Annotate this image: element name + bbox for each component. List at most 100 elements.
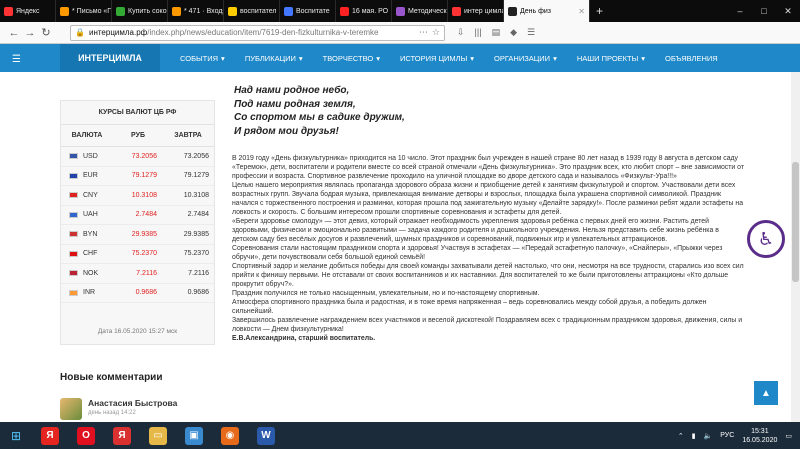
article-paragraph: Спортивный задор и желание добиться побе… (232, 263, 744, 288)
download-icon[interactable]: ⇩ (457, 27, 465, 38)
extension-icon[interactable]: ◆ (510, 27, 517, 38)
tab-favicon-icon (4, 6, 13, 16)
browser-tab[interactable]: * Письмо «Го (56, 0, 112, 22)
menu-item[interactable]: ТВОРЧЕСТВО ▾ (313, 44, 390, 72)
taskbar-app[interactable]: ▭ (140, 422, 176, 449)
library-icon[interactable]: ||| (475, 27, 482, 38)
hamburger-icon[interactable]: ☰ (12, 54, 21, 65)
opera-icon: O (77, 426, 95, 445)
header-rub: РУБ (131, 132, 145, 139)
left-sidebar: КУРСЫ ВАЛЮТ ЦБ РФ ВАЛЮТА РУБ ЗАВТРА USD 7… (60, 72, 220, 422)
browser-tab[interactable]: Купить соко (112, 0, 168, 22)
rates-row: BYN 29.9385 29.9385 (61, 225, 214, 245)
poem-line: Над нами родное небо, (234, 85, 350, 96)
rate-currency: EUR (61, 172, 113, 179)
rate-tomorrow: 79.1279 (183, 172, 209, 180)
article-paragraph: Завершилось развлечение награждением все… (232, 317, 743, 333)
chevron-down-icon: ▾ (298, 53, 303, 63)
page-scrollbar[interactable] (791, 72, 800, 422)
scroll-up-icon[interactable]: ▲ (754, 381, 778, 405)
comment-date: день назад 14:22 (88, 410, 136, 416)
rate-tomorrow: 75.2370 (183, 250, 209, 258)
rate-tomorrow: 10.3108 (183, 191, 209, 199)
tray-expand-icon[interactable]: ⌃ (678, 432, 684, 440)
yandex-icon: Я (41, 426, 59, 445)
scroll-thumb[interactable] (792, 162, 799, 282)
currency-code: USD (83, 152, 98, 160)
menu-item[interactable]: ОРГАНИЗАЦИИ ▾ (484, 44, 567, 72)
browser-tab[interactable]: воспитател (224, 0, 280, 22)
taskbar-app[interactable]: ◉ (212, 422, 248, 449)
rate-rub: 79.1279 (131, 172, 157, 180)
menu-icon[interactable]: ☰ (527, 27, 535, 38)
article-paragraph: В 2019 году «День физкультурника» приход… (232, 155, 744, 180)
comment-item[interactable]: Анастасия Быстрова день назад 14:22 (60, 398, 177, 420)
rates-date: Дата 16.05.2020 15:27 мск (97, 328, 178, 335)
article-body: В 2019 году «День физкультурника» приход… (232, 154, 744, 343)
menu-item[interactable]: СОБЫТИЯ ▾ (170, 44, 235, 72)
flag-icon (69, 289, 78, 296)
browser-tab[interactable]: Методическ (392, 0, 448, 22)
windows-start-icon[interactable]: ⊞ (0, 422, 32, 449)
tab-label: Купить соко (128, 7, 167, 15)
lock-icon: 🔒 (75, 28, 85, 37)
forward-arrow-icon[interactable]: → (22, 27, 38, 39)
site-logo[interactable]: ИНТЕРЦИМЛА (60, 44, 160, 72)
reload-icon[interactable]: ↻ (38, 26, 54, 39)
menu-item[interactable]: НАШИ ПРОЕКТЫ ▾ (567, 44, 655, 72)
sidebar-icon[interactable]: ▤ (492, 27, 501, 38)
menu-item[interactable]: ОБЪЯВЛЕНИЯ (655, 44, 728, 72)
menu-item[interactable]: ИСТОРИЯ ЦИМЛЫ ▾ (390, 44, 484, 72)
comment-author[interactable]: Анастасия Быстрова (88, 398, 177, 408)
network-icon[interactable]: ▮ (692, 432, 696, 440)
rate-tomorrow: 0.9686 (187, 289, 209, 297)
rate-rub: 10.3108 (131, 191, 157, 199)
rates-rows: USD 73.2056 73.2056 EUR 79.1279 79.1279 CNY 10.… (61, 147, 214, 303)
back-arrow-icon[interactable]: ← (6, 27, 22, 39)
currency-code: INR (83, 289, 96, 297)
taskbar-app[interactable]: O (68, 422, 104, 449)
menu-item[interactable]: ПУБЛИКАЦИИ ▾ (235, 44, 313, 72)
taskbar-app[interactable]: ▣ (176, 422, 212, 449)
volume-icon[interactable]: 🔈 (704, 432, 713, 440)
bookmark-star-icon[interactable]: ☆ (432, 27, 440, 38)
browser-tab[interactable]: 16 мая. РО (336, 0, 392, 22)
browser-tab[interactable]: Воспитате (280, 0, 336, 22)
tab-favicon-icon (508, 6, 517, 16)
header-currency: ВАЛЮТА (71, 132, 103, 139)
site-header: ☰ ИНТЕРЦИМЛА СОБЫТИЯ ▾ ПУБЛИКАЦИИ ▾ ТВОРЧЕСТ… (0, 44, 800, 72)
url-bar[interactable]: 🔒 интерцимла.рф/index.php/news/education… (70, 24, 445, 41)
browser-tab[interactable]: Яндекс (0, 0, 56, 22)
rates-title: КУРСЫ ВАЛЮТ ЦБ РФ (61, 101, 214, 125)
chevron-down-icon: ▾ (376, 53, 380, 63)
more-icon[interactable]: ⋯ (419, 27, 428, 38)
currency-code: CNY (83, 191, 98, 199)
rate-tomorrow: 29.9385 (183, 230, 209, 238)
language-indicator[interactable]: РУС (720, 432, 734, 439)
close-tab-icon[interactable]: ✕ (578, 7, 585, 16)
chevron-down-icon: ▾ (641, 53, 646, 63)
new-tab-icon[interactable]: + (590, 0, 609, 22)
flag-icon (69, 211, 78, 218)
flag-icon (69, 172, 78, 179)
maximize-icon[interactable]: □ (752, 0, 776, 22)
browser-tab[interactable]: * 471 · Входящ (168, 0, 224, 22)
browser-tab[interactable]: интер цимла (448, 0, 504, 22)
taskbar-app[interactable]: Я (104, 422, 140, 449)
tab-label: * 471 · Входящ (184, 7, 223, 15)
currency-rates-widget: КУРСЫ ВАЛЮТ ЦБ РФ ВАЛЮТА РУБ ЗАВТРА USD 7… (60, 100, 215, 345)
clock[interactable]: 15:31 16.05.2020 (742, 427, 777, 445)
menu-item-label: СОБЫТИЯ (180, 53, 219, 63)
minimize-icon[interactable]: – (728, 0, 752, 22)
taskbar-app[interactable]: W (248, 422, 284, 449)
menu-item-label: НАШИ ПРОЕКТЫ (576, 53, 639, 63)
notifications-icon[interactable]: ▭ (785, 432, 792, 440)
yandex-browser-icon: Я (113, 426, 131, 445)
flag-icon (69, 153, 78, 160)
close-window-icon[interactable]: ✕ (776, 0, 800, 22)
rate-currency: BYN (61, 231, 113, 238)
browser-tab-active[interactable]: День физ ✕ (504, 0, 590, 22)
main-menu: СОБЫТИЯ ▾ ПУБЛИКАЦИИ ▾ ТВОРЧЕСТВО ▾ ИСТОРИЯ ЦИ… (170, 44, 728, 72)
taskbar-app[interactable]: Я (32, 422, 68, 449)
accessibility-icon[interactable]: ♿ (747, 220, 785, 258)
